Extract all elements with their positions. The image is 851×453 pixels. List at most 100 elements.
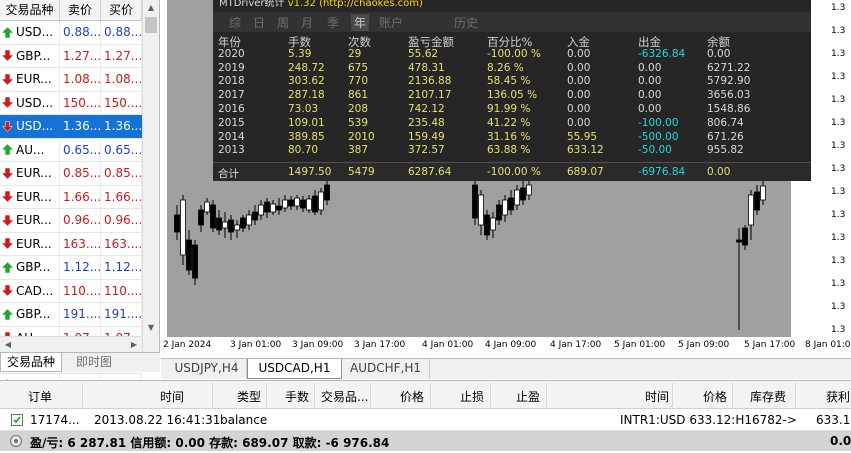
total-profit: 6287.64 — [408, 166, 452, 178]
column-bid[interactable]: 卖价 — [60, 0, 101, 21]
terminal-header: 订单 时间 类型 手数 交易品... 价格 止损 止盈 时间 价格 库存费 获利 — [0, 381, 851, 409]
col-profit[interactable]: 获利 — [826, 388, 850, 405]
row-bid: 150.... — [60, 91, 101, 114]
time-axis: 2 Jan 2024 3 Jan 01:00 3 Jan 09:00 3 Jan 17… — [161, 337, 851, 358]
arrow-down-icon — [2, 215, 13, 226]
candle — [174, 205, 180, 240]
candle — [312, 190, 318, 215]
candle — [288, 196, 294, 210]
col-time2[interactable]: 时间 — [645, 388, 669, 405]
market-watch-row[interactable]: GBP... 191.... 191.... — [0, 303, 142, 327]
candle — [478, 190, 484, 235]
row-ask: 191.... — [101, 303, 142, 326]
market-watch-row[interactable]: EUR... 0.85... 0.85... — [0, 162, 142, 186]
col-type[interactable]: 类型 — [237, 388, 261, 405]
terminal-row[interactable]: 17174... 2013.08.22 16:41:31 balance INT… — [0, 410, 851, 431]
market-watch-row[interactable]: CAD... 110.... 110.... — [0, 279, 142, 303]
tab-tick-chart[interactable]: 即时图 — [70, 353, 118, 372]
stats-tab[interactable]: 季 — [327, 14, 339, 31]
tab-symbols[interactable]: 交易品种 — [0, 353, 63, 372]
market-watch-row[interactable]: USD... 150.... 150.... — [0, 91, 142, 115]
time-label: 4 Jan 01:00 — [422, 340, 474, 350]
stats-title-name: MTDriver统计 — [219, 0, 285, 9]
scroll-right-icon[interactable]: ▶ — [126, 337, 142, 353]
column-ask[interactable]: 买价 — [101, 0, 142, 21]
market-watch-row[interactable]: GBP... 1.12... 1.12... — [0, 256, 142, 280]
market-watch-header: 交易品种 卖价 买价 — [0, 0, 142, 21]
candle — [484, 210, 490, 240]
market-watch-row[interactable]: EUR... 1.08... 1.08... — [0, 68, 142, 92]
col-swap[interactable]: 库存费 — [750, 388, 786, 405]
col-sl[interactable]: 止损 — [460, 388, 484, 405]
row-time: 2013.08.22 16:41:31 — [94, 413, 221, 427]
stats-tab[interactable]: 月 — [301, 14, 313, 31]
arrow-down-icon — [2, 121, 13, 132]
candle — [180, 195, 186, 265]
candle — [204, 198, 210, 215]
market-watch-vscrollbar[interactable]: ▲ ▼ — [142, 0, 159, 352]
candle — [192, 240, 198, 285]
col-symbol[interactable]: 交易品... — [321, 388, 368, 405]
col-lots[interactable]: 手数 — [285, 388, 309, 405]
arrow-down-icon — [2, 238, 13, 250]
price-label: 1.3 — [831, 141, 846, 151]
stats-cell-profit: 742.12 — [408, 102, 445, 115]
market-watch-row[interactable]: AU... 0.65... 0.65... — [0, 138, 142, 162]
candle — [742, 225, 748, 250]
candle — [258, 200, 264, 220]
stats-tab[interactable]: 账户 — [379, 14, 403, 31]
scroll-down-icon[interactable]: ▼ — [143, 320, 159, 336]
stats-cell-profit: 478.31 — [408, 61, 445, 74]
time-label: 5 Jan 09:00 — [678, 340, 730, 350]
time-label: 8 Jan 01:00 — [805, 340, 851, 350]
market-watch-row[interactable]: EUR... 1.66... 1.66... — [0, 185, 142, 209]
col-price2[interactable]: 价格 — [703, 388, 727, 405]
column-symbol[interactable]: 交易品种 — [0, 0, 60, 21]
row-ask: 0.65... — [101, 138, 142, 161]
symbol-name: CAD... — [16, 283, 54, 298]
stats-tab[interactable]: 日 — [253, 14, 265, 31]
market-watch-row[interactable]: EUR... 163.... 163.... — [0, 232, 142, 256]
arrow-up-icon — [2, 308, 13, 320]
chart-tab[interactable]: USDCAD,H1 — [247, 359, 342, 379]
col-order[interactable]: 订单 — [28, 388, 52, 405]
stats-cell-deposit: 633.12 — [567, 144, 604, 157]
scroll-up-icon[interactable]: ▲ — [143, 0, 159, 16]
row-symbol: GBP... — [0, 44, 60, 67]
market-watch-row[interactable]: EUR... 0.96... 0.96... — [0, 209, 142, 233]
stats-cell-year: 2017 — [218, 89, 245, 102]
col-tp[interactable]: 止盈 — [516, 388, 540, 405]
col-time[interactable]: 时间 — [160, 388, 184, 405]
candle — [526, 180, 532, 200]
row-symbol: EUR... — [0, 185, 60, 208]
total-label: 合计 — [218, 168, 239, 180]
market-watch-row[interactable]: USD... 0.88... 0.88... — [0, 21, 142, 45]
stats-cell-deposit: 0.00 — [567, 116, 591, 129]
market-watch-row[interactable]: USD... 1.36... 1.36... — [0, 115, 142, 139]
scroll-thumb[interactable] — [145, 17, 157, 33]
col-price[interactable]: 价格 — [400, 388, 424, 405]
summary-icon — [10, 435, 22, 447]
symbol-name: GBP... — [16, 48, 51, 63]
stats-tab[interactable]: 年 — [351, 14, 370, 31]
price-label: 1.3 — [831, 26, 846, 36]
stats-table: 年份 手数 次数 盈亏金额 百分比% 入金 出金 余额 2020 5.39 29 55.62 -100.… — [213, 34, 811, 158]
row-symbol: USD... — [0, 115, 60, 138]
price-label: 1.3 — [831, 233, 846, 243]
stats-tab[interactable]: 历史 — [454, 14, 478, 31]
market-watch-tabs: 交易品种 即时图 — [0, 352, 160, 372]
stats-tab[interactable]: 综 — [229, 14, 241, 31]
candle — [246, 210, 252, 230]
price-label: 1.3 — [831, 95, 846, 105]
chart-tab[interactable]: AUDCHF,H1 — [342, 359, 430, 379]
stats-cell-lots: 80.70 — [288, 144, 319, 157]
total-deposit: 689.07 — [567, 166, 604, 178]
scroll-left-icon[interactable]: ◀ — [0, 337, 16, 353]
price-label: 1.3 — [831, 118, 846, 128]
market-watch-row[interactable]: GBP... 1.27... 1.27... — [0, 44, 142, 68]
row-bid: 110.... — [60, 279, 101, 302]
stats-tab[interactable]: 周 — [277, 14, 289, 31]
arrow-up-icon — [2, 26, 13, 38]
market-watch-hscrollbar[interactable]: ◀ ▶ — [0, 336, 142, 352]
chart-tab[interactable]: USDJPY,H4 — [167, 359, 247, 379]
